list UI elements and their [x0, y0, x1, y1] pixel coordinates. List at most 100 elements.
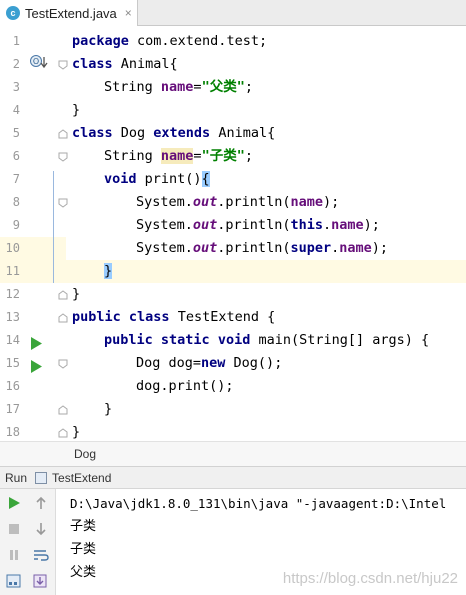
keyword: public [104, 332, 153, 348]
tab-testextend[interactable]: c TestExtend.java × [0, 0, 138, 26]
code-line-6[interactable]: String name="子类"; [66, 145, 466, 168]
keyword: extends [153, 125, 211, 141]
line-number: 13 [5, 310, 20, 324]
pause-icon[interactable] [6, 547, 22, 563]
code-text: . [331, 240, 340, 256]
matched-brace: { [201, 171, 210, 187]
code-text: ); [322, 194, 340, 210]
code-text: TestExtend { [169, 309, 276, 325]
run-config-icon [35, 471, 48, 484]
line-number: 14 [5, 333, 20, 347]
console-line: D:\Java\jdk1.8.0_131\bin\java "-javaagen… [70, 496, 447, 511]
editor-tab-bar: c TestExtend.java × [0, 0, 466, 26]
run-main-icon[interactable] [30, 358, 42, 373]
line-number: 5 [12, 126, 20, 140]
java-class-icon: c [6, 6, 20, 20]
scroll-to-end-icon[interactable] [33, 573, 49, 589]
line-number: 15 [5, 356, 20, 370]
code-text: } [104, 401, 113, 417]
up-arrow-icon[interactable] [33, 495, 49, 511]
breadcrumb[interactable]: Dog [0, 441, 466, 467]
line-number: 7 [12, 172, 20, 186]
code-line-2[interactable]: class Animal{ [66, 53, 466, 76]
code-line-5[interactable]: class Dog extends Animal{ [66, 122, 466, 145]
keyword: new [201, 355, 226, 371]
close-icon[interactable]: × [125, 6, 132, 20]
line-number: 6 [12, 149, 20, 163]
down-arrow-icon[interactable] [33, 521, 49, 537]
code-text: print() [136, 171, 202, 187]
overridden-class-icon[interactable]: O [30, 54, 48, 70]
code-line-9[interactable]: System.out.println(this.name); [66, 214, 466, 237]
code-line-15[interactable]: Dog dog=new Dog(); [66, 352, 466, 375]
field-name: name [290, 194, 323, 210]
code-text: main(String[] args) { [250, 332, 430, 348]
code-line-1[interactable]: package com.extend.test; [66, 30, 466, 53]
keyword: package [72, 33, 129, 49]
matched-brace: } [104, 263, 113, 279]
code-line-14[interactable]: public static void main(String[] args) { [66, 329, 466, 352]
soft-wrap-icon[interactable] [33, 547, 49, 563]
keyword: void [217, 332, 251, 348]
code-text: .println( [217, 194, 291, 210]
run-label: Run [5, 470, 28, 485]
line-number: 3 [12, 80, 20, 94]
code-line-18[interactable]: } [66, 421, 466, 441]
console-line: 子类 [70, 519, 97, 534]
code-line-10[interactable]: System.out.println(super.name); [66, 237, 466, 260]
code-line-8[interactable]: System.out.println(name); [66, 191, 466, 214]
code-text: ); [371, 240, 389, 256]
code-text: System. [136, 217, 193, 233]
code-text: System. [136, 194, 193, 210]
rerun-icon[interactable] [6, 495, 22, 511]
code-text: Dog dog= [136, 355, 202, 371]
code-text: } [72, 424, 81, 440]
code-text: Animal{ [112, 56, 178, 72]
line-number: 12 [5, 287, 20, 301]
code-text: ); [363, 217, 380, 233]
code-editor[interactable]: package com.extend.test; class Animal{ S… [66, 27, 466, 441]
code-text: System. [136, 240, 193, 256]
editor-gutter[interactable]: 1 2 3 4 5 6 7 8 9 10 11 12 13 14 15 16 1… [0, 27, 68, 441]
line-number-current: 10 [0, 237, 66, 260]
code-line-7[interactable]: void print(){ [66, 168, 466, 191]
code-text: .println( [217, 217, 291, 233]
dump-threads-icon[interactable] [6, 573, 22, 589]
code-text: com.extend.test; [128, 33, 268, 49]
line-number: 16 [5, 379, 20, 393]
svg-text:O: O [33, 57, 39, 66]
code-text: Dog [112, 125, 154, 141]
keyword: static [160, 332, 210, 348]
code-line-3[interactable]: String name="父类"; [66, 76, 466, 99]
code-text: dog.print(); [136, 378, 234, 394]
code-line-4[interactable]: } [66, 99, 466, 122]
code-line-13[interactable]: public class TestExtend { [66, 306, 466, 329]
code-text: } [72, 102, 81, 118]
code-line-11-current[interactable]: } [66, 260, 466, 283]
static-field: out [192, 217, 218, 233]
field-name-highlighted: name [160, 148, 194, 164]
run-config-tab[interactable]: TestExtend [52, 467, 111, 489]
code-line-16[interactable]: dog.print(); [66, 375, 466, 398]
field-name: name [339, 240, 372, 256]
code-text: String [104, 79, 161, 95]
line-number: 8 [12, 195, 20, 209]
stop-icon[interactable] [6, 521, 22, 537]
code-text: = [193, 79, 202, 95]
code-text: = [193, 148, 202, 164]
watermark: https://blog.csdn.net/hju22 [282, 570, 458, 587]
indent-guide [53, 171, 54, 283]
code-text: ; [244, 79, 253, 95]
code-line-12[interactable]: } [66, 283, 466, 306]
line-number: 1 [12, 34, 20, 48]
line-number: 4 [12, 103, 20, 117]
keyword: public [72, 309, 121, 325]
keyword: class [128, 309, 170, 325]
breadcrumb-item[interactable]: Dog [74, 447, 96, 461]
code-line-17[interactable]: } [66, 398, 466, 421]
run-class-icon[interactable] [30, 335, 42, 350]
keyword: super [290, 240, 332, 256]
